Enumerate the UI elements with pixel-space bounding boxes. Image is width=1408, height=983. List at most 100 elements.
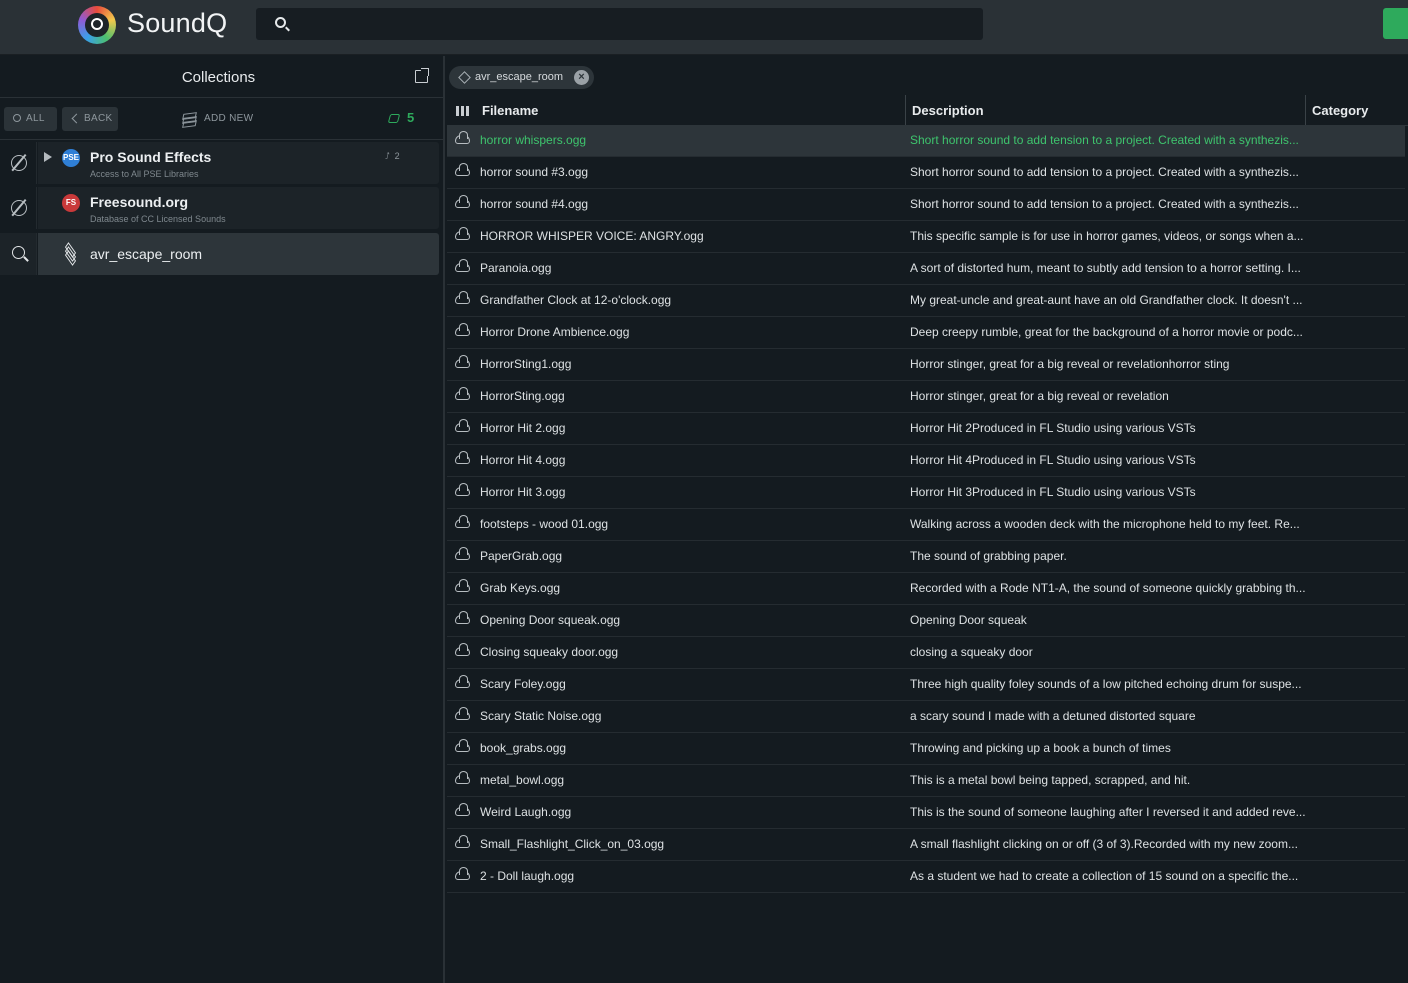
cloud-icon[interactable] xyxy=(455,643,470,656)
table-row[interactable]: Horror Hit 2.ogg Horror Hit 2Produced in … xyxy=(447,413,1405,445)
open-external-icon[interactable] xyxy=(415,68,429,83)
table-row[interactable]: Grab Keys.ogg Recorded with a Rode NT1-A,… xyxy=(447,573,1405,605)
collection-name: avr_escape_room xyxy=(90,246,203,262)
description-cell: closing a squeaky door xyxy=(910,645,1033,659)
table-row[interactable]: 2 - Doll laugh.ogg As a student we had to… xyxy=(447,861,1405,893)
description-cell: Three high quality foley sounds of a low… xyxy=(910,677,1302,691)
all-button[interactable]: ALL xyxy=(4,107,57,131)
column-divider[interactable] xyxy=(1305,95,1306,126)
cloud-icon[interactable] xyxy=(455,803,470,816)
search-bar[interactable] xyxy=(256,8,983,40)
table-row[interactable]: Paranoia.ogg A sort of distorted hum, mea… xyxy=(447,253,1405,285)
table-row[interactable]: Horror Drone Ambience.ogg Deep creepy rum… xyxy=(447,317,1405,349)
description-cell: Short horror sound to add tension to a p… xyxy=(910,197,1299,211)
table-header: Filename Description Category xyxy=(447,95,1408,126)
cloud-icon[interactable] xyxy=(455,387,470,400)
collection-item-avr-escape-room[interactable]: avr_escape_room xyxy=(0,233,439,275)
layers-icon xyxy=(63,242,79,266)
filename-cell: metal_bowl.ogg xyxy=(480,773,565,787)
filename-cell: PaperGrab.ogg xyxy=(480,549,563,563)
table-row[interactable]: HorrorSting1.ogg Horror stinger, great fo… xyxy=(447,349,1405,381)
table-row[interactable]: Horror Hit 4.ogg Horror Hit 4Produced in … xyxy=(447,445,1405,477)
filename-cell: HORROR WHISPER VOICE: ANGRY.ogg xyxy=(480,229,704,243)
description-cell: This specific sample is for use in horro… xyxy=(910,229,1304,243)
cloud-icon[interactable] xyxy=(455,515,470,528)
cloud-icon[interactable] xyxy=(455,163,470,176)
table-row[interactable]: Closing squeaky door.ogg closing a squeak… xyxy=(447,637,1405,669)
cloud-icon[interactable] xyxy=(455,707,470,720)
search-collection-icon[interactable] xyxy=(12,246,25,259)
table-row[interactable]: Opening Door squeak.ogg Opening Door sque… xyxy=(447,605,1405,637)
collections-header: Collections xyxy=(0,56,443,98)
filter-chip[interactable]: avr_escape_room × xyxy=(449,66,594,89)
table-row[interactable]: horror whispers.ogg Short horror sound to… xyxy=(447,125,1405,157)
soundq-logo-icon[interactable] xyxy=(78,6,116,44)
cloud-icon[interactable] xyxy=(455,195,470,208)
cloud-icon[interactable] xyxy=(455,259,470,272)
filename-cell: Horror Hit 4.ogg xyxy=(480,453,566,467)
cloud-icon[interactable] xyxy=(455,323,470,336)
cloud-icon[interactable] xyxy=(455,227,470,240)
table-row[interactable]: HORROR WHISPER VOICE: ANGRY.ogg This spec… xyxy=(447,221,1405,253)
table-row[interactable]: book_grabs.ogg Throwing and picking up a … xyxy=(447,733,1405,765)
search-icon xyxy=(275,17,286,28)
column-header-category[interactable]: Category xyxy=(1312,103,1368,118)
table-row[interactable]: horror sound #4.ogg Short horror sound to… xyxy=(447,189,1405,221)
description-cell: This is a metal bowl being tapped, scrap… xyxy=(910,773,1191,787)
table-row[interactable]: Scary Foley.ogg Three high quality foley … xyxy=(447,669,1405,701)
table-row[interactable]: footsteps - wood 01.ogg Walking across a … xyxy=(447,509,1405,541)
cloud-icon[interactable] xyxy=(455,547,470,560)
filename-cell: Opening Door squeak.ogg xyxy=(480,613,621,627)
table-row[interactable]: PaperGrab.ogg The sound of grabbing paper… xyxy=(447,541,1405,573)
cloud-icon[interactable] xyxy=(455,451,470,464)
no-favorite-icon[interactable] xyxy=(11,200,27,216)
filename-cell: HorrorSting1.ogg xyxy=(480,357,572,371)
cloud-icon[interactable] xyxy=(455,867,470,880)
table-row[interactable]: horror sound #3.ogg Short horror sound to… xyxy=(447,157,1405,189)
table-row[interactable]: metal_bowl.ogg This is a metal bowl being… xyxy=(447,765,1405,797)
cloud-icon[interactable] xyxy=(455,355,470,368)
column-header-filename[interactable]: Filename xyxy=(482,103,538,118)
filename-cell: Scary Static Noise.ogg xyxy=(480,709,602,723)
columns-icon[interactable] xyxy=(456,106,470,116)
cloud-icon[interactable] xyxy=(455,291,470,304)
collection-item-freesound[interactable]: FS Freesound.org Database of CC Licensed… xyxy=(0,187,439,229)
action-button[interactable] xyxy=(1383,8,1408,39)
description-cell: a scary sound I made with a detuned dist… xyxy=(910,709,1196,723)
description-cell: My great-uncle and great-aunt have an ol… xyxy=(910,293,1303,307)
cloud-icon[interactable] xyxy=(455,835,470,848)
cloud-icon[interactable] xyxy=(455,483,470,496)
collections-toolbar: ALL BACK ADD NEW 5 xyxy=(0,99,443,140)
column-divider[interactable] xyxy=(905,95,906,126)
add-new-label: ADD NEW xyxy=(204,113,254,124)
cloud-icon[interactable] xyxy=(455,131,470,144)
cloud-icon[interactable] xyxy=(455,771,470,784)
description-cell: As a student we had to create a collecti… xyxy=(910,869,1299,883)
app-name: SoundQ xyxy=(127,8,228,38)
remove-filter-icon[interactable]: × xyxy=(574,70,589,85)
table-row[interactable]: Horror Hit 3.ogg Horror Hit 3Produced in … xyxy=(447,477,1405,509)
column-header-description[interactable]: Description xyxy=(912,103,984,118)
results-panel: avr_escape_room × Filename Description C… xyxy=(447,56,1408,983)
filename-cell: horror sound #4.ogg xyxy=(480,197,589,211)
cloud-icon[interactable] xyxy=(455,611,470,624)
search-input[interactable] xyxy=(296,8,976,40)
back-button[interactable]: BACK xyxy=(62,107,118,131)
cloud-icon[interactable] xyxy=(455,579,470,592)
cloud-icon[interactable] xyxy=(455,739,470,752)
add-new-button[interactable]: ADD NEW xyxy=(182,109,253,129)
search-icon xyxy=(13,114,21,122)
cloud-icon[interactable] xyxy=(455,419,470,432)
description-cell: Deep creepy rumble, great for the backgr… xyxy=(910,325,1303,339)
table-row[interactable]: Small_Flashlight_Click_on_03.ogg A small … xyxy=(447,829,1405,861)
expand-arrow-icon[interactable] xyxy=(44,152,52,162)
pse-logo-icon: PSE xyxy=(62,149,80,167)
table-row[interactable]: HorrorSting.ogg Horror stinger, great for… xyxy=(447,381,1405,413)
cloud-icon[interactable] xyxy=(455,675,470,688)
table-row[interactable]: Scary Static Noise.ogg a scary sound I ma… xyxy=(447,701,1405,733)
no-favorite-icon[interactable] xyxy=(11,155,27,171)
top-bar: SoundQ xyxy=(0,0,1408,55)
table-row[interactable]: Weird Laugh.ogg This is the sound of some… xyxy=(447,797,1405,829)
table-row[interactable]: Grandfather Clock at 12-o'clock.ogg My gr… xyxy=(447,285,1405,317)
collection-item-pro-sound-effects[interactable]: PSE Pro Sound Effects Access to All PSE … xyxy=(0,142,439,184)
